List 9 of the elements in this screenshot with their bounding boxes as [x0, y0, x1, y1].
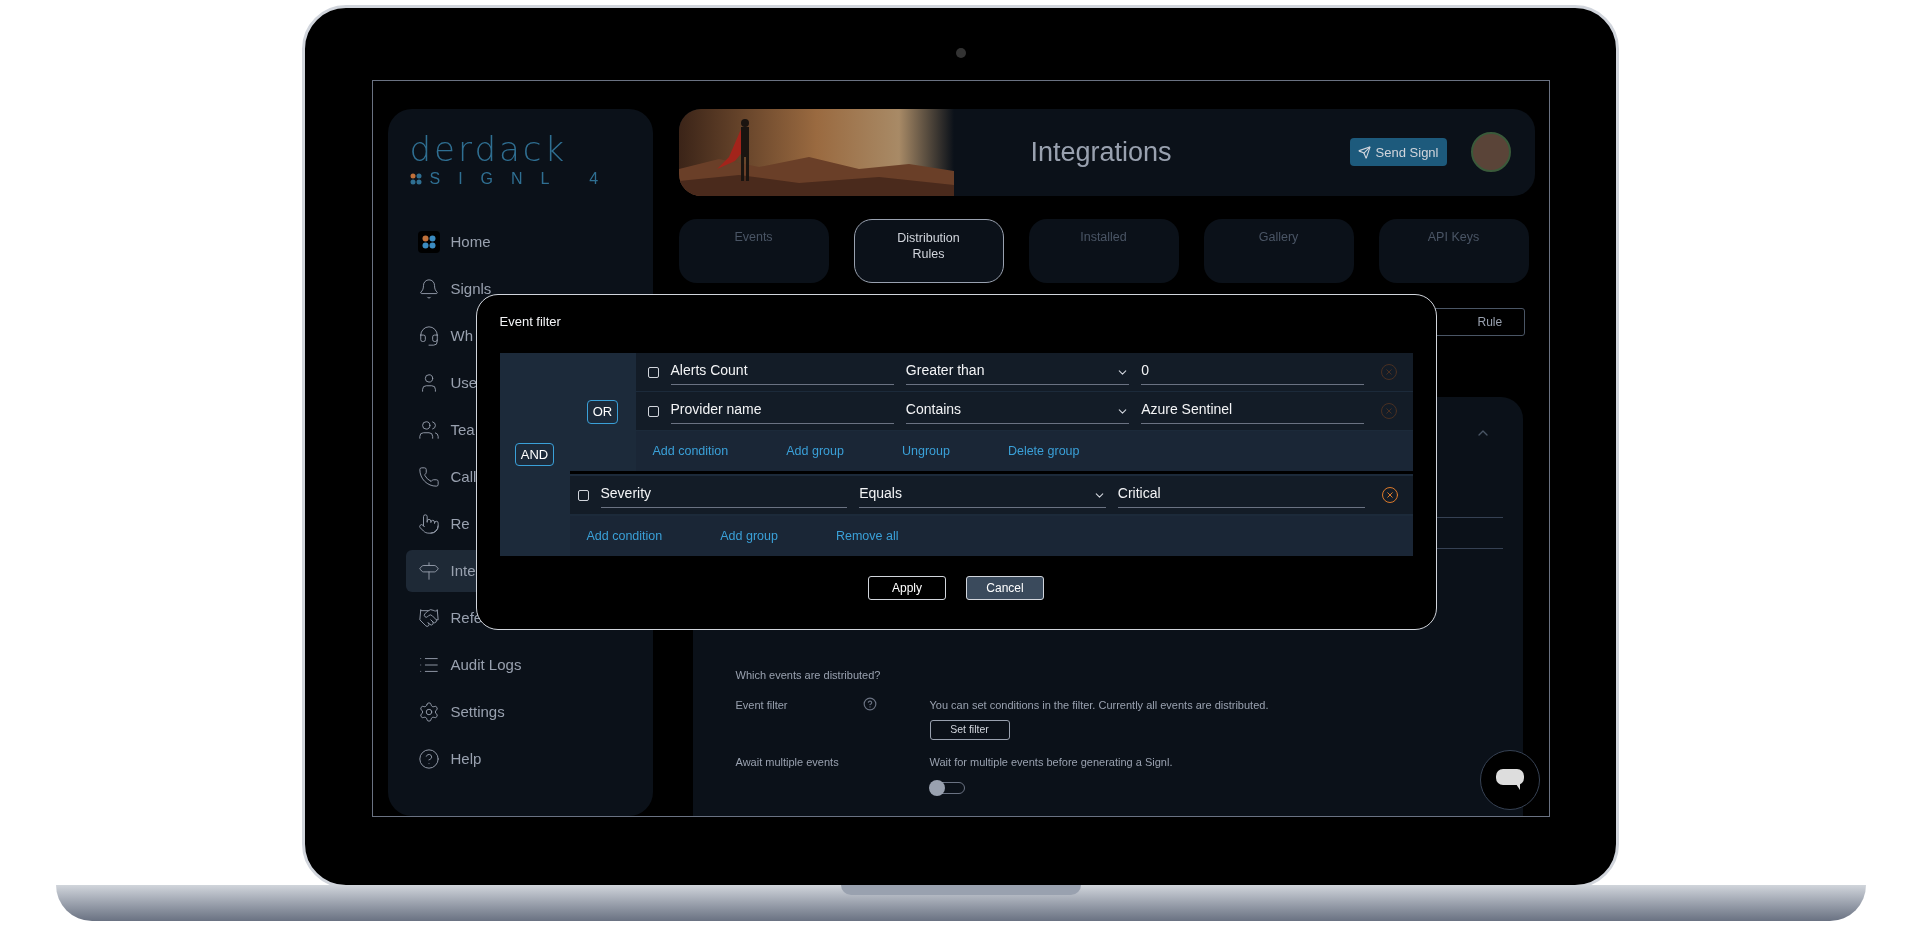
section-heading: Which events are distributed? [735, 667, 882, 683]
logo-brand: derdack [409, 131, 569, 167]
dialog-title: Event filter [499, 313, 562, 331]
page-title: Integrations [1030, 136, 1172, 170]
setting-description: You can set conditions in the filter. Currently all events are distributed. [929, 698, 1269, 714]
setting-description: Wait for multiple events before generating a Signl. [929, 754, 1173, 770]
setting-label: Await multiple events [735, 754, 840, 770]
setting-label: Event filter [735, 698, 789, 714]
logo-product: SIGNL 4 [429, 169, 617, 189]
